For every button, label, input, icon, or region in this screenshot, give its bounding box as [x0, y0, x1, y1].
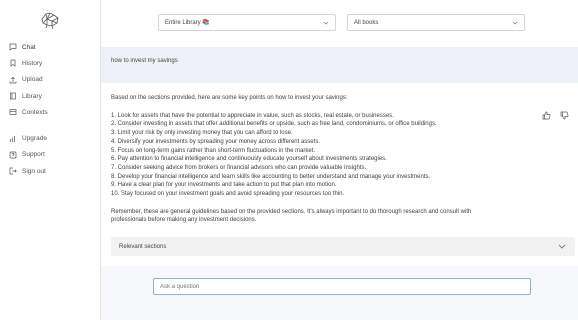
- contexts-icon: [9, 108, 17, 116]
- list-item: 5. Focus on long-term gains rather than …: [111, 147, 316, 154]
- list-item: 1. Look for assets that have the potenti…: [111, 112, 394, 119]
- list-item: 7. Consider seeking advice from brokers …: [111, 164, 367, 171]
- sidebar: Chat History Upload Library Contexts Upg…: [0, 0, 101, 320]
- list-item: 4. Diversify your investments by spreadi…: [111, 138, 320, 145]
- sign-out-icon: [9, 167, 17, 175]
- thumbs-down-icon[interactable]: [560, 107, 569, 120]
- list-item: 3. Limit your risk by only investing mon…: [111, 130, 293, 137]
- sidebar-item-label: Upgrade: [22, 135, 47, 143]
- answer-text: Based on the sections provided, here are…: [111, 94, 511, 225]
- relevant-sections-accordion[interactable]: Relevant sections: [111, 237, 575, 256]
- sidebar-item-chat[interactable]: Chat: [0, 39, 100, 55]
- relevant-sections-label: Relevant sections: [119, 243, 167, 250]
- library-select-value: Entire Library 📚: [165, 20, 210, 26]
- sidebar-item-library[interactable]: Library: [0, 88, 100, 104]
- sidebar-nav: Chat History Upload Library Contexts Upg…: [0, 39, 100, 179]
- sidebar-item-label: Library: [22, 92, 42, 100]
- answer-points: 1. Look for assets that have the potenti…: [111, 112, 511, 199]
- upload-icon: [9, 76, 17, 84]
- thumbs-up-icon[interactable]: [542, 107, 551, 120]
- list-item: 10. Stay focused on your investment goal…: [111, 191, 345, 198]
- sidebar-item-upgrade[interactable]: Upgrade: [0, 130, 100, 146]
- list-item: 9. Have a clear plan for your investment…: [111, 182, 337, 189]
- support-icon: [9, 151, 17, 159]
- library-select[interactable]: Entire Library 📚: [158, 14, 336, 31]
- sidebar-item-label: Upload: [22, 76, 43, 84]
- answer-intro: Based on the sections provided, here are…: [111, 95, 348, 101]
- ask-question-input[interactable]: [153, 278, 531, 295]
- sidebar-item-label: Contexts: [22, 108, 48, 116]
- list-item: 8. Develop your financial intelligence a…: [111, 173, 431, 180]
- chevron-down-icon: [558, 243, 566, 250]
- sidebar-item-label: History: [22, 59, 43, 67]
- sidebar-item-support[interactable]: Support: [0, 147, 100, 163]
- main-panel: Entire Library 📚 All books how to invest…: [101, 0, 578, 320]
- upgrade-icon: [9, 135, 17, 143]
- sidebar-item-contexts[interactable]: Contexts: [0, 104, 100, 120]
- sidebar-item-label: Support: [22, 151, 45, 159]
- chat-bubble-icon: [9, 43, 17, 51]
- bookmark-icon: [9, 59, 17, 68]
- sidebar-item-label: Chat: [22, 43, 36, 51]
- books-select-value: All books: [354, 19, 379, 26]
- books-select[interactable]: All books: [347, 14, 525, 31]
- library-icon: [9, 92, 17, 100]
- list-item: 6. Pay attention to financial intelligen…: [111, 156, 387, 163]
- sidebar-item-upload[interactable]: Upload: [0, 72, 100, 88]
- chevron-down-icon: [323, 20, 329, 26]
- chevron-down-icon: [512, 20, 518, 26]
- sidebar-item-history[interactable]: History: [0, 55, 100, 71]
- list-item: 2. Consider investing in assets that off…: [111, 121, 437, 128]
- brain-icon[interactable]: [38, 9, 62, 31]
- user-question: how to invest my savings: [111, 58, 178, 64]
- answer-outro: Remember, these are general guidelines b…: [111, 208, 472, 224]
- sidebar-item-sign-out[interactable]: Sign out: [0, 163, 100, 179]
- question-band: [101, 47, 578, 83]
- sidebar-item-label: Sign out: [22, 167, 46, 175]
